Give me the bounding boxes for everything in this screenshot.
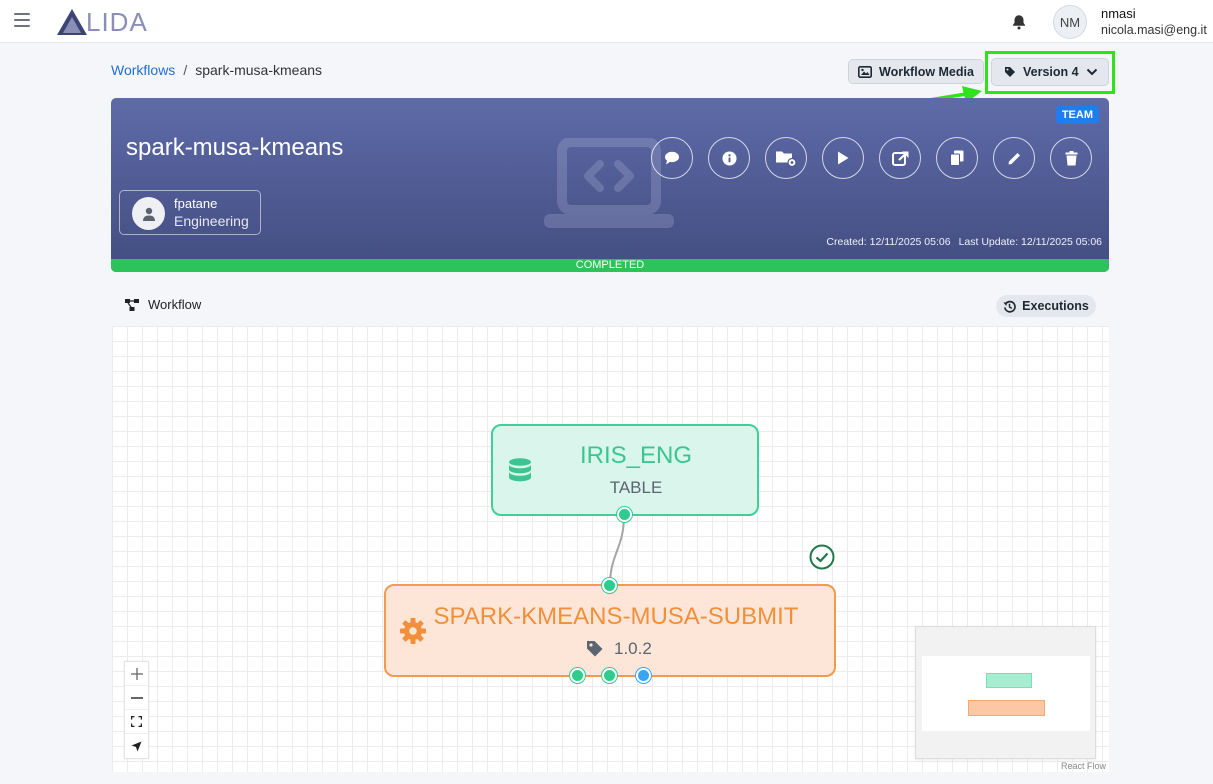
run-button[interactable] — [822, 137, 864, 179]
minimap-node-spark — [968, 700, 1045, 716]
zoom-out-button[interactable] — [125, 686, 148, 710]
workflow-icon — [125, 298, 139, 311]
last-update-date: Last Update: 12/11/2025 05:06 — [958, 236, 1102, 248]
delete-button[interactable] — [1050, 137, 1092, 179]
info-icon — [721, 150, 737, 166]
owner-name: fpatane — [174, 196, 218, 211]
user-email: nicola.masi@eng.it — [1101, 23, 1207, 37]
check-circle-icon[interactable] — [809, 544, 835, 570]
workflow-section-title: Workflow — [125, 297, 201, 312]
node-iris-title: IRIS_ENG — [579, 442, 693, 469]
node-iris-subtitle: TABLE — [609, 478, 663, 497]
workflow-header-card: TEAM spark-musa-kmeans fpatane Engineeri… — [111, 98, 1109, 272]
edge-iris-to-spark — [609, 515, 625, 586]
logo-icon — [57, 9, 87, 35]
user-avatar[interactable]: NM — [1053, 5, 1087, 39]
folder-gear-icon — [776, 151, 797, 167]
minimap-node-iris — [986, 673, 1032, 688]
breadcrumb-separator: / — [183, 62, 188, 78]
workflow-media-label: Workflow Media — [879, 64, 974, 79]
navigate-icon — [131, 741, 142, 751]
spark-output-handle-2[interactable] — [602, 668, 617, 683]
logo[interactable]: LIDA — [56, 7, 148, 37]
minus-icon — [130, 696, 143, 699]
tag-icon — [587, 641, 603, 657]
folder-settings-button[interactable] — [765, 137, 807, 179]
workflow-media-button[interactable]: Workflow Media — [848, 59, 984, 84]
edit-button[interactable] — [993, 137, 1035, 179]
breadcrumb: Workflows / spark-musa-kmeans — [111, 62, 322, 78]
node-spark-title: SPARK-KMEANS-MUSA-SUBMIT — [433, 603, 799, 630]
tag-icon — [1005, 67, 1015, 77]
minimap-viewport — [922, 656, 1090, 731]
node-spark-kmeans[interactable]: SPARK-KMEANS-MUSA-SUBMIT 1.0.2 — [384, 584, 836, 677]
spark-input-handle[interactable] — [602, 578, 617, 593]
owner-chip[interactable]: fpatane Engineering — [119, 190, 261, 235]
copy-icon — [950, 150, 964, 166]
team-badge: TEAM — [1055, 106, 1099, 124]
export-button[interactable] — [879, 137, 921, 179]
zoom-in-button[interactable] — [125, 662, 148, 686]
play-icon — [838, 151, 849, 165]
plus-icon — [130, 667, 143, 680]
node-spark-version: 1.0.2 — [614, 639, 652, 658]
history-icon — [1003, 300, 1016, 313]
trash-icon — [1065, 150, 1077, 165]
info-button[interactable] — [708, 137, 750, 179]
fit-view-button[interactable] — [125, 710, 148, 734]
node-iris-eng[interactable]: IRIS_ENG TABLE — [491, 424, 759, 516]
comments-button[interactable] — [651, 137, 693, 179]
menu-icon[interactable] — [14, 13, 30, 27]
user-icon — [142, 207, 155, 221]
top-bar: LIDA NM nmasi nicola.masi@eng.it — [0, 0, 1213, 43]
bell-icon[interactable] — [1010, 13, 1028, 31]
spark-output-handle-1[interactable] — [570, 668, 585, 683]
breadcrumb-workflows-link[interactable]: Workflows — [111, 62, 175, 78]
owner-avatar — [132, 197, 165, 230]
node-spark-version-row: 1.0.2 — [586, 639, 652, 659]
workflow-title: spark-musa-kmeans — [126, 134, 344, 161]
iris-output-handle[interactable] — [617, 507, 632, 522]
executions-button[interactable]: Executions — [996, 295, 1096, 317]
created-date: Created: 12/11/2025 05:06 — [826, 236, 951, 248]
react-flow-attribution[interactable]: React Flow — [1061, 761, 1106, 771]
share-icon — [891, 151, 908, 166]
fit-view-icon — [131, 716, 142, 727]
logo-text: LIDA — [86, 6, 148, 37]
version-label: Version 4 — [1023, 65, 1079, 79]
executions-label: Executions — [1022, 299, 1089, 313]
card-actions — [651, 137, 1092, 179]
interactivity-toggle-button[interactable] — [125, 734, 148, 758]
dates-row: Created: 12/11/2025 05:06 Last Update: 1… — [826, 236, 1102, 248]
minimap[interactable] — [915, 626, 1096, 759]
spark-output-handle-3[interactable] — [636, 668, 651, 683]
comment-icon — [665, 151, 679, 165]
duplicate-button[interactable] — [936, 137, 978, 179]
owner-department: Engineering — [174, 213, 249, 229]
image-icon — [858, 65, 873, 78]
pencil-icon — [1008, 152, 1020, 164]
workflow-section-label: Workflow — [148, 297, 202, 312]
breadcrumb-current: spark-musa-kmeans — [195, 62, 323, 78]
user-name: nmasi — [1101, 6, 1136, 21]
chevron-down-icon — [1086, 68, 1098, 76]
status-bar: COMPLETED — [111, 259, 1109, 272]
version-select[interactable]: Version 4 — [991, 58, 1109, 86]
canvas-controls — [124, 661, 149, 759]
workflow-canvas[interactable]: IRIS_ENG TABLE SPARK-KMEANS-MUSA-SUBMIT … — [112, 326, 1109, 772]
